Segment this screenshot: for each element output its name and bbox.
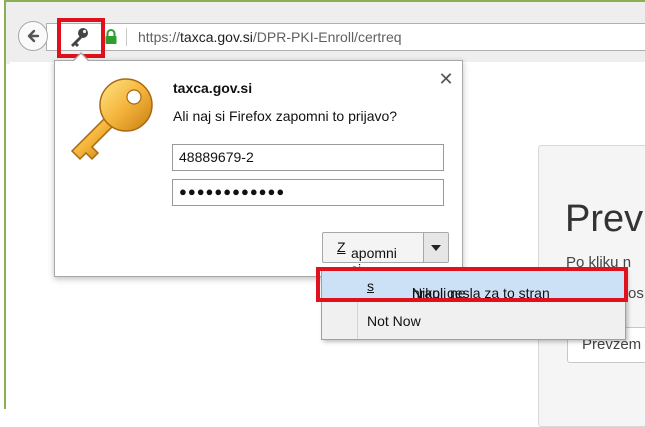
menu-item-not-now[interactable]: Not Now bbox=[322, 306, 625, 336]
url-domain: taxca.gov.si bbox=[180, 29, 253, 45]
username-field[interactable]: 48889679-2 bbox=[172, 144, 444, 171]
page-text-line2: os bbox=[628, 285, 644, 302]
remember-split-button: Zapomni si bbox=[322, 232, 449, 277]
save-login-question: Ali naj si Firefox zapomni to prijavo? bbox=[173, 108, 398, 124]
golden-key-icon bbox=[70, 78, 153, 161]
site-name: taxca.gov.si bbox=[173, 80, 253, 96]
back-button[interactable] bbox=[18, 21, 48, 51]
page-heading: Prev bbox=[565, 198, 644, 240]
lock-icon bbox=[105, 29, 117, 44]
remember-button-label: Zapomni si bbox=[337, 239, 397, 277]
url-separator bbox=[126, 28, 127, 46]
dropdown-arrow-icon bbox=[431, 245, 441, 251]
url-text[interactable]: https://taxca.gov.si/DPR-PKI-Enroll/cert… bbox=[138, 29, 402, 45]
remember-button[interactable]: Zapomni si bbox=[323, 233, 423, 277]
menu-item-not-now-label: Not Now bbox=[367, 313, 421, 329]
annotation-highlight-never-save bbox=[316, 267, 628, 302]
url-path: /DPR-PKI-Enroll/certreq bbox=[252, 29, 402, 45]
remember-accesskey: Z bbox=[337, 239, 346, 255]
panel-arrow-fill bbox=[73, 54, 89, 62]
back-arrow-icon bbox=[27, 29, 40, 43]
close-icon[interactable]: ✕ bbox=[437, 70, 455, 88]
remember-dropdown-toggle[interactable] bbox=[424, 233, 448, 262]
password-field[interactable]: ●●●●●●●●●●●● bbox=[172, 179, 444, 206]
url-scheme: https:// bbox=[138, 29, 181, 45]
